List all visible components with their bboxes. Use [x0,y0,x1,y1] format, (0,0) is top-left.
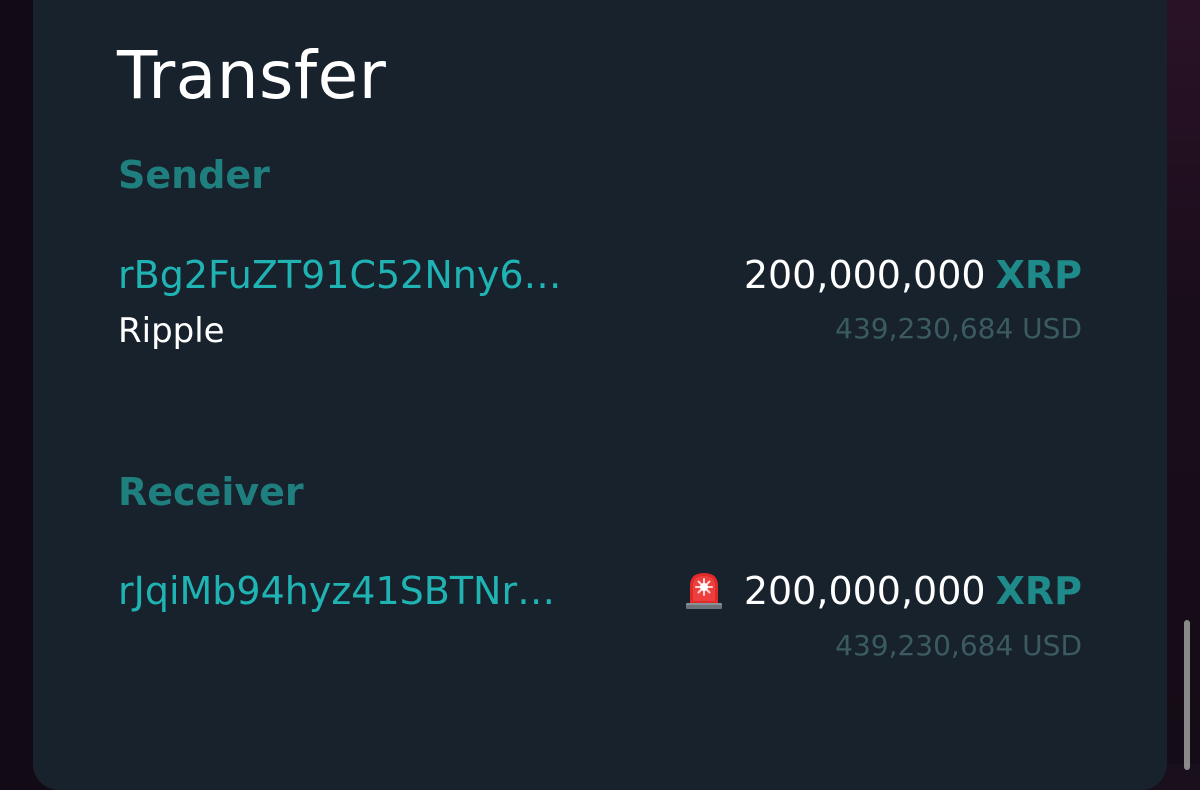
police-siren-icon [686,573,722,609]
sender-amount: 200,000,000 XRP [744,252,1082,298]
receiver-amount: 200,000,000 XRP [744,568,1082,614]
transfer-card [33,0,1167,790]
sender-address-link[interactable]: rBg2FuZT91C52Nny6… [118,252,562,298]
receiver-label: Receiver [118,470,304,514]
receiver-amount-value: 200,000,000 [743,569,986,613]
scrollbar[interactable] [1184,620,1190,770]
receiver-currency: XRP [995,569,1082,613]
receiver-address-link[interactable]: rJqiMb94hyz41SBTNr… [118,568,555,614]
sender-usd-value: 439,230,684 USD [835,312,1082,345]
sender-label: Sender [118,153,270,197]
sender-entity-name: Ripple [118,311,225,351]
sender-amount-value: 200,000,000 [743,253,986,297]
sender-currency: XRP [995,253,1082,297]
receiver-usd-value: 439,230,684 USD [835,629,1082,662]
page-title: Transfer [117,37,387,114]
